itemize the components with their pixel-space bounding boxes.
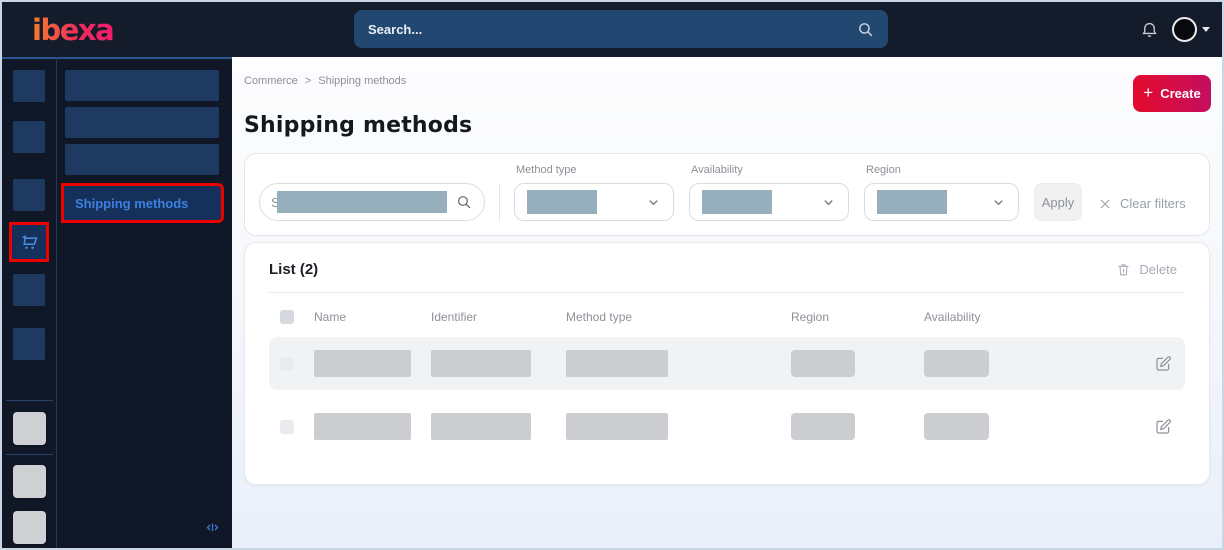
breadcrumb-item-shipping-methods[interactable]: Shipping methods [318,75,406,87]
search-icon [859,22,873,36]
delete-button[interactable]: Delete [1116,262,1177,277]
filter-field-method-type: Method type [514,164,674,221]
filter-search-input[interactable]: S [259,183,485,221]
rail-item-placeholder[interactable] [13,121,45,153]
shipping-methods-list: List (2) Delete Name Identifier Method t… [244,242,1210,485]
redacted-name-cell [314,413,411,440]
rail-item-placeholder[interactable] [13,328,45,360]
chevron-down-icon [994,199,1003,205]
close-icon [1100,199,1110,208]
plus-icon: + [1143,83,1154,102]
redacted-region-cell [791,413,855,440]
global-search-placeholder: Search... [368,21,423,37]
table-row[interactable] [269,337,1185,390]
search-icon [458,196,471,209]
region-select[interactable] [864,183,1019,221]
column-header-name: Name [314,310,347,324]
rail-item-placeholder[interactable] [12,511,46,544]
rail-item-placeholder[interactable] [13,70,45,102]
filter-field-region: Region [864,164,1019,221]
column-header-region: Region [791,310,830,324]
rail-item-placeholder[interactable] [12,465,46,498]
table-row[interactable] [269,400,1185,453]
column-header-identifier: Identifier [431,310,478,324]
edit-icon [1156,418,1171,434]
delete-button-label: Delete [1139,262,1177,277]
app-window: ibexa Search... Shipping methods Commerc… [0,0,1224,550]
redacted-identifier-cell [431,413,531,440]
sidebar-icon-rail [2,57,57,548]
bell-icon[interactable] [1140,20,1159,39]
select-all-checkbox[interactable] [280,310,294,324]
column-header-availability: Availability [924,310,981,324]
clear-filters-button[interactable]: Clear filters [1098,196,1186,211]
redacted-identifier-cell [431,350,531,377]
edit-button[interactable] [1154,354,1174,374]
collapse-icon [206,523,219,532]
menu-item-placeholder[interactable] [65,107,219,138]
filter-bar: S Method type Availability Region Apply … [244,153,1210,236]
redacted-region-cell [791,350,855,377]
menu-item-placeholder[interactable] [65,70,219,101]
redacted-method-type-cell [566,413,668,440]
clear-filters-label: Clear filters [1120,196,1186,211]
main-content: Commerce > Shipping methods + Create Shi… [232,57,1222,548]
menu-item-label: Shipping methods [75,195,189,211]
breadcrumb-separator: > [304,75,312,87]
breadcrumb-item-commerce[interactable]: Commerce [244,75,298,87]
list-divider [269,292,1185,293]
redacted-availability-cell [924,350,989,377]
user-menu[interactable] [1172,17,1210,42]
list-title: List (2) [269,261,319,278]
row-checkbox[interactable] [280,419,294,434]
redacted-select-value [877,190,947,214]
chevron-down-icon [649,199,658,205]
row-checkbox[interactable] [280,356,294,371]
filter-divider [499,184,500,221]
redacted-select-value [527,190,597,214]
cart-icon [22,235,38,249]
breadcrumb: Commerce > Shipping methods [244,75,1210,87]
rail-divider [5,400,53,401]
avatar [1172,17,1197,42]
rail-divider [5,454,53,455]
filter-label: Region [866,164,901,176]
trash-icon [1118,264,1129,276]
filter-field-availability: Availability [689,164,849,221]
redacted-availability-cell [924,413,989,440]
global-search-input[interactable]: Search... [354,10,888,48]
edit-icon [1156,355,1171,371]
rail-item-placeholder[interactable] [13,274,45,306]
caret-down-icon [1202,27,1210,32]
page-title: Shipping methods [244,113,473,138]
method-type-select[interactable] [514,183,674,221]
redacted-select-value [702,190,772,214]
availability-select[interactable] [689,183,849,221]
create-button[interactable]: + Create [1133,75,1211,112]
edit-button[interactable] [1154,417,1174,437]
create-button-label: Create [1160,86,1201,101]
ibexa-logo: ibexa [32,12,115,47]
redacted-name-cell [314,350,411,377]
redacted-search-value [277,191,447,213]
table-header: Name Identifier Method type Region Avail… [269,307,1185,327]
rail-item-placeholder[interactable] [12,412,46,445]
rail-item-commerce-active[interactable] [9,222,49,262]
menu-item-placeholder[interactable] [65,144,219,175]
top-bar: ibexa Search... [2,2,1222,57]
filter-label: Availability [691,164,743,176]
sidebar-collapse-toggle[interactable] [205,520,220,540]
redacted-method-type-cell [566,350,668,377]
chevron-down-icon [824,199,833,205]
menu-item-shipping-methods-active[interactable]: Shipping methods [61,183,224,223]
topbar-right-controls [1140,2,1210,57]
secondary-sidebar: Shipping methods [57,57,232,548]
rail-item-placeholder[interactable] [13,179,45,211]
filter-label: Method type [516,164,577,176]
column-header-method-type: Method type [566,310,633,324]
apply-button[interactable]: Apply [1034,183,1082,221]
